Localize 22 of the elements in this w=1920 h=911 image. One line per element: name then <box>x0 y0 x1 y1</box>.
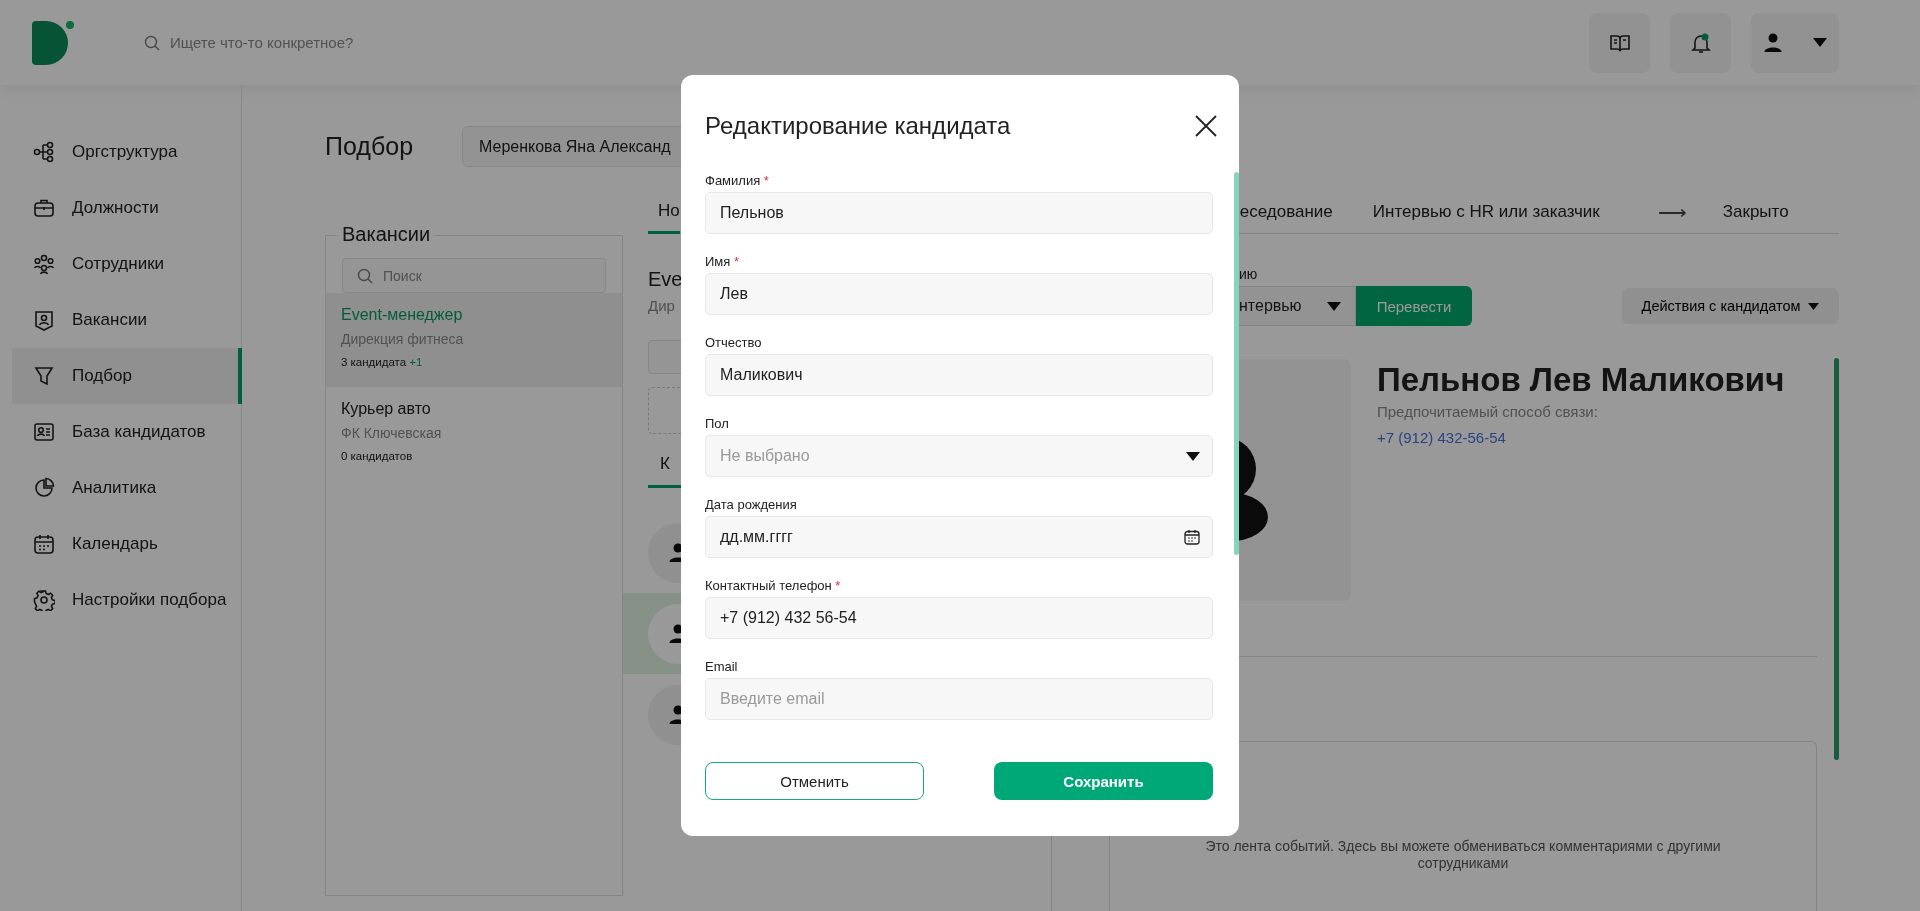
field-label: Фамилия * <box>705 173 770 189</box>
vacancy-title: Eve <box>648 267 684 291</box>
field-label: Имя * <box>705 254 740 270</box>
field-label: Пол <box>705 416 730 432</box>
vacancy-title: Event-менеджер <box>341 305 464 325</box>
vacancy-department: ФК Ключевская <box>341 425 443 441</box>
page-title: Подбор <box>325 132 415 161</box>
vacancy-department: Дир <box>648 296 676 316</box>
arrow-icon: ⟶ <box>1657 199 1687 224</box>
field-label: Отчество <box>705 335 763 351</box>
candidate-count: 3 кандидата +1 <box>341 356 424 368</box>
field-label: ию <box>1239 265 1259 283</box>
candidate-name: Пельнов Лев Маликович <box>1377 361 1785 399</box>
events-hint: Это лента событий. Здесь вы можете обмениваться комментариями с другими сотрудниками <box>1204 838 1722 873</box>
field-label: Дата рождения <box>705 497 798 513</box>
field-label: Контактный телефон * <box>705 578 842 594</box>
candidate-count: 0 кандидатов <box>341 450 414 462</box>
field-label: Email <box>705 659 739 675</box>
dialog-title: Редактирование кандидата <box>705 112 1011 140</box>
vacancy-department: Дирекция фитнеса <box>341 331 465 347</box>
contact-label: Предпочитаемый способ связи: <box>1377 403 1599 420</box>
vacancy-title: Курьер авто <box>341 399 432 419</box>
